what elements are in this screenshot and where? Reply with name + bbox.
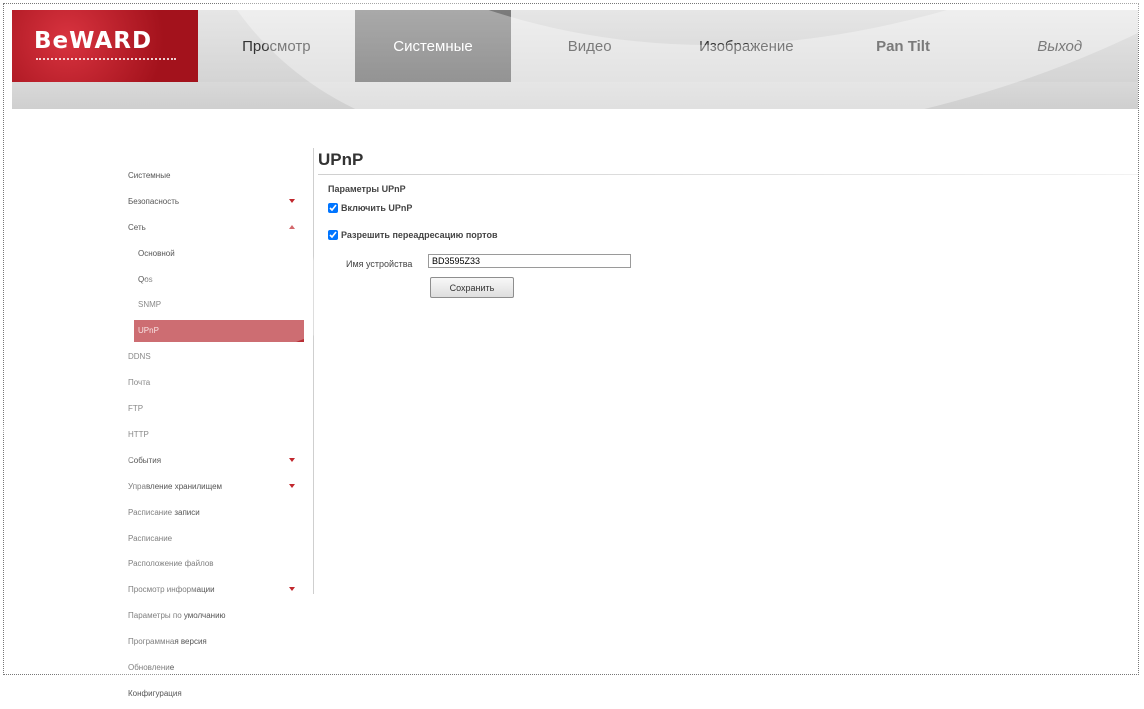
enable-upnp-row[interactable]: Включить UPnP — [328, 203, 412, 213]
sidebar-item-snmp[interactable]: SNMP — [128, 294, 306, 320]
main-content: UPnP Параметры UPnP Включить UPnP Разреш… — [318, 150, 1138, 298]
sidebar-item-parametry-po-umolchaniyu[interactable]: Параметры по умолчанию — [128, 605, 306, 631]
sidebar-item-pochta[interactable]: Почта — [128, 372, 306, 398]
sidebar-item-ddns[interactable]: DDNS — [128, 346, 306, 372]
sidebar-item-label: Расписание — [128, 533, 173, 543]
sidebar-item-label: Управление хранилищем — [128, 481, 223, 491]
top-navigation: BeWARD Просмотр Системные Видео Изображе… — [12, 10, 1138, 82]
expand-arrow-icon — [289, 457, 295, 462]
sidebar-item-label: Безопасность — [128, 196, 180, 206]
sidebar-item-set[interactable]: Сеть — [128, 217, 306, 243]
logo-underline — [36, 58, 176, 63]
sidebar-item-label: SNMP — [138, 300, 162, 310]
sidebar-item-label: События — [128, 455, 162, 465]
port-forwarding-label: Разрешить переадресацию портов — [341, 230, 498, 240]
sidebar-item-label: HTTP — [128, 430, 149, 440]
sub-navigation-bar — [12, 82, 1138, 109]
sidebar-item-label: Сеть — [128, 222, 146, 232]
save-button[interactable]: Сохранить — [430, 277, 514, 298]
sidebar-item-raspisanie-zapisi[interactable]: Расписание записи — [128, 502, 306, 528]
sidebar-item-label: Обновление — [128, 663, 175, 673]
port-forwarding-checkbox[interactable] — [328, 230, 338, 240]
sidebar-item-label: FTP — [128, 404, 144, 414]
brand-name: BeWARD — [34, 28, 153, 54]
sidebar-item-osnovnoy[interactable]: Основной — [128, 243, 306, 269]
title-divider — [318, 174, 1138, 175]
tab-pan-tilt[interactable]: Pan Tilt — [824, 10, 982, 82]
tab-vyhod[interactable]: Выход — [981, 10, 1138, 82]
tab-video[interactable]: Видео — [511, 10, 669, 82]
sidebar-item-upravlenie-hranilishem[interactable]: Управление хранилищем — [128, 476, 306, 502]
sidebar-item-label: DDNS — [128, 352, 151, 362]
tab-sistemnye[interactable]: Системные — [354, 10, 512, 82]
tab-prosmotr[interactable]: Просмотр — [198, 10, 355, 82]
sidebar-item-sistemnye[interactable]: Системные — [128, 165, 306, 191]
beward-logo: BeWARD — [12, 10, 198, 82]
port-forwarding-row[interactable]: Разрешить переадресацию портов — [328, 230, 498, 240]
sidebar-item-label: Qos — [138, 274, 153, 284]
sidebar-item-label: Конфигурация — [128, 688, 182, 698]
sidebar-item-ftp[interactable]: FTP — [128, 398, 306, 424]
sidebar-item-konfiguraciya[interactable]: Конфигурация — [128, 683, 306, 709]
section-title: Параметры UPnP — [328, 184, 406, 194]
sidebar-item-raspolozhenie-faylov[interactable]: Расположение файлов — [128, 553, 306, 579]
sidebar-item-sobytiya[interactable]: События — [128, 450, 306, 476]
enable-upnp-checkbox[interactable] — [328, 203, 338, 213]
sidebar-item-label: Основной — [138, 248, 175, 258]
sidebar-item-bezopasnost[interactable]: Безопасность — [128, 191, 306, 217]
main-nav: Просмотр Системные Видео Изображение Pan… — [198, 10, 1138, 82]
sidebar-item-label: Почта — [128, 378, 151, 388]
sidebar-item-label: Системные — [128, 171, 171, 180]
sidebar-item-raspisanie[interactable]: Расписание — [128, 528, 306, 554]
device-name-label: Имя устройства — [346, 259, 413, 269]
sidebar-item-label: UPnP — [138, 326, 159, 336]
sidebar-item-label: Расположение файлов — [128, 559, 214, 569]
sidebar-divider — [313, 148, 314, 594]
sidebar-item-qos[interactable]: Qos — [128, 269, 306, 295]
sidebar-item-http[interactable]: HTTP — [128, 424, 306, 450]
tab-izobrazhenie[interactable]: Изображение — [668, 10, 825, 82]
expand-arrow-icon — [289, 198, 295, 203]
sidebar: Системные Безопасность Сеть Основной Qos… — [128, 165, 306, 709]
enable-upnp-label: Включить UPnP — [341, 203, 413, 213]
sidebar-item-programmnaya-versiya[interactable]: Программная версия — [128, 631, 306, 657]
page-title: UPnP — [318, 150, 364, 169]
sidebar-item-obnovlenie[interactable]: Обновление — [128, 657, 306, 683]
device-name-field[interactable] — [428, 254, 631, 268]
sidebar-item-label: Параметры по умолчанию — [128, 611, 226, 621]
sidebar-item-upnp[interactable]: UPnP — [134, 320, 304, 343]
sidebar-item-label: Просмотр информации — [128, 585, 215, 595]
sidebar-item-label: Программная версия — [128, 637, 207, 647]
sidebar-item-prosmotr-informacii[interactable]: Просмотр информации — [128, 579, 306, 605]
expand-arrow-icon — [289, 483, 295, 488]
sidebar-item-label: Расписание записи — [128, 507, 200, 517]
expand-arrow-icon — [289, 587, 295, 592]
collapse-arrow-icon — [289, 224, 295, 229]
